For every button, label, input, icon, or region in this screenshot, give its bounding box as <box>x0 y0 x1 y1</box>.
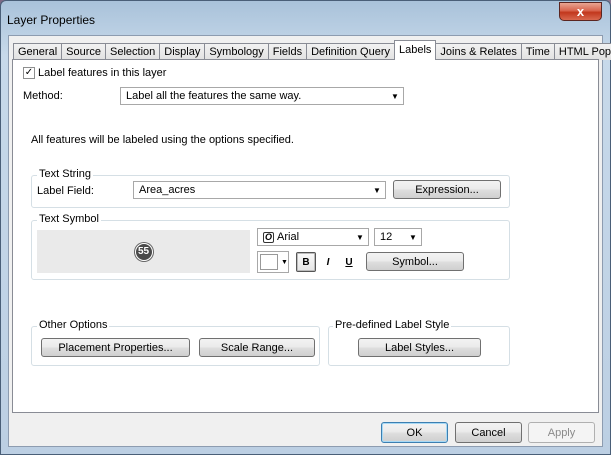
tab-definition-query[interactable]: Definition Query <box>306 43 395 60</box>
layer-properties-window: Layer Properties x General Source Select… <box>0 0 611 455</box>
label-features-row[interactable]: ✓ Label features in this layer <box>23 67 166 79</box>
checkmark-icon: ✓ <box>24 67 34 78</box>
chevron-down-icon: ▼ <box>356 232 364 242</box>
font-size-dropdown[interactable]: 12 ▼ <box>374 228 422 246</box>
tab-fields[interactable]: Fields <box>267 43 308 60</box>
cancel-button[interactable]: Cancel <box>455 422 522 443</box>
tab-strip: General Source Selection Display Symbolo… <box>13 40 611 60</box>
underline-button[interactable]: U <box>339 252 359 272</box>
apply-button[interactable]: Apply <box>528 422 595 443</box>
dialog-client-area: General Source Selection Display Symbolo… <box>8 35 611 447</box>
chevron-down-icon: ▼ <box>373 185 381 195</box>
info-text: All features will be labeled using the o… <box>31 134 294 146</box>
tab-joins-relates[interactable]: Joins & Relates <box>435 43 522 60</box>
text-symbol-group-title: Text Symbol <box>37 213 101 225</box>
italic-button[interactable]: I <box>318 252 338 272</box>
chevron-down-icon: ▼ <box>409 232 417 242</box>
label-field-dropdown[interactable]: Area_acres ▼ <box>133 181 386 199</box>
font-name: Arial <box>277 231 300 243</box>
tab-display[interactable]: Display <box>159 43 206 60</box>
text-string-group-title: Text String <box>37 168 93 180</box>
other-options-group-title: Other Options <box>37 319 110 331</box>
symbol-button[interactable]: Symbol... <box>366 252 464 271</box>
font-dropdown[interactable]: O Arial ▼ <box>257 228 369 246</box>
tab-selection[interactable]: Selection <box>105 43 161 60</box>
font-size-value: 12 <box>380 231 393 243</box>
tab-labels[interactable]: Labels <box>393 40 437 60</box>
label-field-value: Area_acres <box>139 184 196 196</box>
color-swatch <box>260 254 278 270</box>
labels-tab-page: ✓ Label features in this layer Method: L… <box>12 59 599 413</box>
close-button[interactable]: x <box>559 2 602 21</box>
method-dropdown[interactable]: Label all the features the same way. ▼ <box>120 87 404 105</box>
chevron-down-icon: ▼ <box>391 91 399 101</box>
label-field-label: Label Field: <box>37 185 94 197</box>
method-value: Label all the features the same way. <box>126 90 302 102</box>
tab-html-popup[interactable]: HTML Popup <box>553 43 611 60</box>
tab-symbology[interactable]: Symbology <box>204 43 269 60</box>
tab-time[interactable]: Time <box>520 43 555 60</box>
label-features-label: Label features in this layer <box>38 67 167 79</box>
scale-range-button[interactable]: Scale Range... <box>199 338 315 357</box>
color-picker[interactable]: ▼ <box>257 251 289 273</box>
symbol-preview: 55 <box>37 230 250 273</box>
close-icon: x <box>576 4 585 19</box>
label-features-checkbox[interactable]: ✓ <box>23 67 35 79</box>
ok-button[interactable]: OK <box>381 422 448 443</box>
title-bar[interactable]: Layer Properties x <box>1 1 610 35</box>
window-title: Layer Properties <box>7 13 96 27</box>
method-label: Method: <box>23 90 63 102</box>
opentype-font-icon: O <box>263 231 275 243</box>
tab-source[interactable]: Source <box>61 43 106 60</box>
preview-badge: 55 <box>134 242 153 261</box>
label-styles-button[interactable]: Label Styles... <box>358 338 481 357</box>
chevron-down-icon: ▼ <box>281 258 288 266</box>
predefined-group-title: Pre-defined Label Style <box>333 319 452 331</box>
tab-general[interactable]: General <box>13 43 63 60</box>
placement-properties-button[interactable]: Placement Properties... <box>41 338 190 357</box>
expression-button[interactable]: Expression... <box>393 180 501 199</box>
bold-button[interactable]: B <box>296 252 316 272</box>
